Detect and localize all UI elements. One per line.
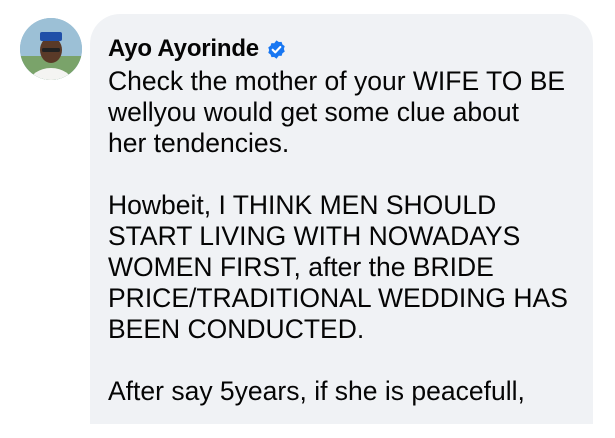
- comment-line: After say 5years, if she is peacefull,: [108, 376, 525, 406]
- comment-text: Check the mother of your WIFE TO BE well…: [108, 66, 588, 438]
- verified-badge-icon: [266, 39, 287, 60]
- comment-line: her tendencies.: [108, 128, 290, 158]
- comment-line: wellyou would get some clue about: [108, 97, 519, 127]
- comment-paragraph: Howbeit, I THINK MEN SHOULD START LIVING…: [108, 190, 588, 345]
- avatar-photo-icon: [20, 18, 82, 80]
- comment-line: WOMEN FIRST, after the BRIDE: [108, 252, 494, 282]
- comment: Ayo Ayorinde Check the mother of your WI…: [0, 0, 615, 424]
- comment-line: Check the mother of your WIFE TO BE: [108, 66, 566, 96]
- comment-line: START LIVING WITH NOWADAYS: [108, 221, 521, 251]
- author-row: Ayo Ayorinde: [108, 33, 287, 65]
- author-name[interactable]: Ayo Ayorinde: [108, 35, 259, 63]
- comment-paragraph: Check the mother of your WIFE TO BE well…: [108, 66, 588, 159]
- comment-line: Howbeit, I THINK MEN SHOULD: [108, 190, 497, 220]
- comment-bubble: Ayo Ayorinde Check the mother of your WI…: [90, 14, 593, 424]
- comment-line: PRICE/TRADITIONAL WEDDING HAS: [108, 283, 568, 313]
- comment-line: BEEN CONDUCTED.: [108, 314, 365, 344]
- author-avatar[interactable]: [20, 18, 82, 80]
- comment-paragraph: After say 5years, if she is peacefull,: [108, 376, 588, 407]
